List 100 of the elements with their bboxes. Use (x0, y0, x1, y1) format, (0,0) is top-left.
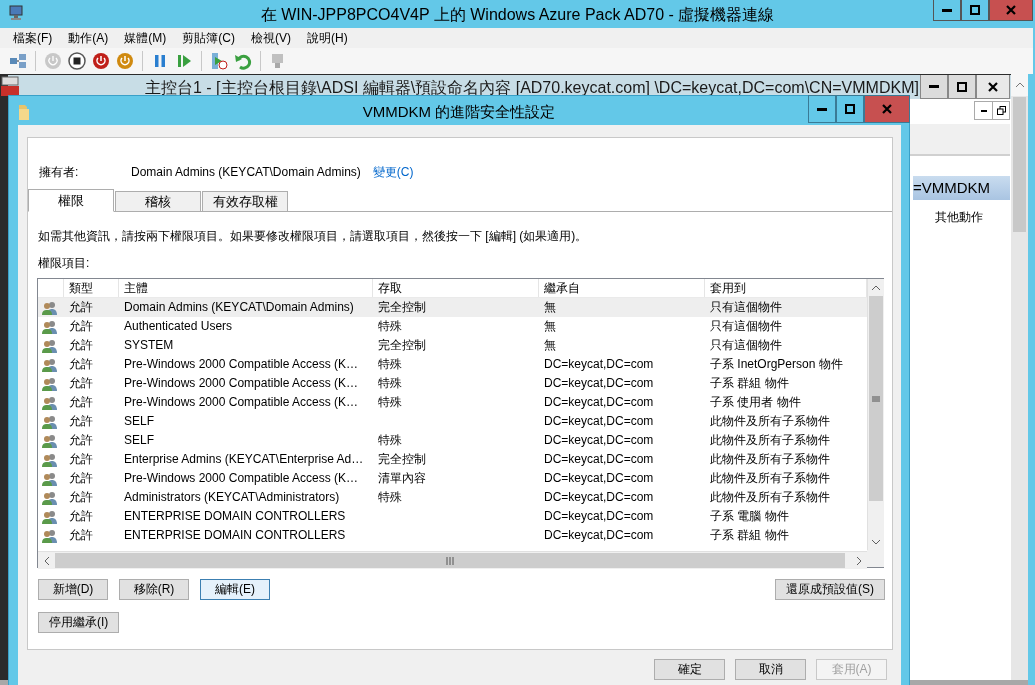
inherited-from-cell-text: DC=keycat,DC=com (543, 375, 655, 392)
permission-row[interactable]: 允許 Pre-Windows 2000 Compatible Access (K… 特殊 DC=keycat,DC=com 子系 群組 物件 (38, 374, 867, 393)
applies-to-cell-text: 此物件及所有子系物件 (709, 470, 831, 487)
window-title: 在 WIN-JPP8PCO4V4P 上的 Windows Azure Pack AD70 - 虛擬機器連線 (259, 5, 776, 25)
owner-label: 擁有者: (39, 163, 80, 181)
restore-defaults-button[interactable]: 還原成預設值(S) (775, 579, 885, 600)
principal-cell-text: ENTERPRISE DOMAIN CONTROLLERS (123, 508, 347, 525)
permission-row[interactable]: 允許 SELF 特殊 DC=keycat,DC=com 此物件及所有子系物件 (38, 431, 867, 450)
maximize-icon (957, 81, 967, 92)
type-cell-text: 允許 (68, 451, 94, 468)
play-icon[interactable] (175, 52, 193, 70)
menu-item[interactable]: 媒體(M) (124, 29, 167, 47)
horizontal-scrollbar[interactable] (38, 551, 867, 569)
maximize-icon (845, 104, 855, 114)
action-button[interactable]: 移除(R) (119, 579, 189, 600)
column-header[interactable]: 類型 (64, 279, 119, 297)
permission-row[interactable]: 允許 ENTERPRISE DOMAIN CONTROLLERS DC=keycat,DC=com 子系 電腦 物件 (38, 507, 867, 526)
inherited-from-cell-text: DC=keycat,DC=com (543, 489, 655, 506)
applies-to-cell-text: 只有這個物件 (709, 337, 783, 354)
inherited-from-cell-text: DC=keycat,DC=com (543, 432, 655, 449)
access-cell-text: 特殊 (377, 375, 403, 392)
type-cell-text: 允許 (68, 318, 94, 335)
menu-item[interactable]: 說明(H) (307, 29, 348, 47)
maximize-button[interactable] (948, 75, 976, 99)
access-cell-text: 完全控制 (377, 299, 427, 316)
permission-row[interactable]: 允許 Domain Admins (KEYCAT\Domain Admins) 完全控制 無 只有這個物件 (38, 298, 867, 317)
action-item[interactable]: 其他動作 (935, 209, 983, 226)
type-cell-text: 允許 (68, 337, 94, 354)
type-cell-text: 允許 (68, 375, 94, 392)
close-button[interactable] (976, 75, 1010, 99)
grip-icon (872, 395, 880, 402)
scroll-thumb[interactable] (1013, 97, 1026, 232)
principal-cell-text: Pre-Windows 2000 Compatible Access (K… (123, 470, 360, 487)
restore-button[interactable] (992, 102, 1009, 119)
principal-cell-text: Enterprise Admins (KEYCAT\Enterprise Ad… (123, 451, 365, 468)
permission-row[interactable]: 允許 SELF DC=keycat,DC=com 此物件及所有子系物件 (38, 412, 867, 431)
inherited-from-cell-text: 無 (543, 337, 557, 354)
checkpoint-icon[interactable] (210, 52, 228, 70)
tab[interactable]: 稽核 (115, 191, 201, 211)
column-header[interactable]: 存取 (373, 279, 539, 297)
principal-cell-text: ENTERPRISE DOMAIN CONTROLLERS (123, 527, 347, 544)
users-icon (41, 375, 59, 392)
minimize-button[interactable] (933, 0, 961, 21)
action-button[interactable]: 編輯(E) (200, 579, 270, 600)
list-label: 權限項目: (38, 255, 91, 272)
permission-row[interactable]: 允許 ENTERPRISE DOMAIN CONTROLLERS DC=keycat,DC=com 子系 群組 物件 (38, 526, 867, 545)
dialog-button[interactable]: 取消 (735, 659, 806, 680)
permission-row[interactable]: 允許 Pre-Windows 2000 Compatible Access (K… 特殊 DC=keycat,DC=com 子系 使用者 物件 (38, 393, 867, 412)
tab[interactable]: 有效存取權 (202, 191, 288, 211)
users-icon (41, 432, 59, 449)
vertical-scrollbar[interactable] (867, 279, 884, 550)
folder-icon (17, 103, 31, 121)
column-header[interactable]: 繼承自 (539, 279, 705, 297)
vertical-scrollbar[interactable] (1011, 74, 1028, 680)
applies-to-cell-text: 只有這個物件 (709, 318, 783, 335)
minimize-icon (929, 85, 939, 88)
principal-cell-text: Administrators (KEYCAT\Administrators) (123, 489, 341, 506)
tab[interactable]: 權限 (28, 189, 114, 212)
menu-item[interactable]: 動作(A) (68, 29, 109, 47)
power-icon[interactable] (116, 52, 134, 70)
minimize-button[interactable] (808, 95, 836, 123)
column-header[interactable]: 主體 (119, 279, 373, 297)
computer-icon (8, 5, 24, 21)
permission-row[interactable]: 允許 Administrators (KEYCAT\Administrators) 特殊 DC=keycat,DC=com 此物件及所有子系物件 (38, 488, 867, 507)
applies-to-cell-text: 子系 InetOrgPerson 物件 (709, 356, 844, 373)
principal-cell-text: Pre-Windows 2000 Compatible Access (K… (123, 356, 360, 373)
menu-item[interactable]: 檢視(V) (251, 29, 291, 47)
inherited-from-cell-text: 無 (543, 299, 557, 316)
access-cell-text: 完全控制 (377, 451, 427, 468)
permission-row[interactable]: 允許 Enterprise Admins (KEYCAT\Enterprise Ad… 完全控制 DC=keycat,DC=com 此物件及所有子系物件 (38, 450, 867, 469)
inherited-from-cell-text: DC=keycat,DC=com (543, 527, 655, 544)
permission-row[interactable]: 允許 SYSTEM 完全控制 無 只有這個物件 (38, 336, 867, 355)
network-icon[interactable] (9, 52, 27, 70)
power-icon[interactable] (92, 52, 110, 70)
stop-icon[interactable] (68, 52, 86, 70)
undo-icon[interactable] (234, 52, 252, 70)
disable-inheritance-button[interactable]: 停用繼承(I) (38, 612, 120, 633)
permission-row[interactable]: 允許 Authenticated Users 特殊 無 只有這個物件 (38, 317, 867, 336)
dialog-title: VMMDKM 的進階安全性設定 (361, 103, 557, 122)
applies-to-cell-text: 子系 群組 物件 (709, 375, 790, 392)
permission-row[interactable]: 允許 Pre-Windows 2000 Compatible Access (K… 清單內容 DC=keycat,DC=com 此物件及所有子系物件 (38, 469, 867, 488)
action-button[interactable]: 新增(D) (38, 579, 108, 600)
change-link[interactable]: 變更(C) (372, 163, 414, 181)
dialog-button[interactable]: 確定 (654, 659, 725, 680)
users-icon (41, 318, 59, 335)
permission-row[interactable]: 允許 Pre-Windows 2000 Compatible Access (K… 特殊 DC=keycat,DC=com 子系 InetOrgPerson 物件 (38, 355, 867, 374)
principal-cell-text: Pre-Windows 2000 Compatible Access (K… (123, 375, 360, 392)
maximize-button[interactable] (836, 95, 864, 123)
minimize-button[interactable] (920, 75, 948, 99)
access-cell-text: 清單內容 (377, 470, 427, 487)
close-icon (1006, 5, 1016, 15)
applies-to-cell-text: 此物件及所有子系物件 (709, 413, 831, 430)
users-icon (41, 413, 59, 430)
applies-to-cell-text: 只有這個物件 (709, 299, 783, 316)
instruction-text: 如需其他資訊，請按兩下權限項目。如果要修改權限項目，請選取項目，然後按一下 [編輯] (如果適用)。 (38, 228, 589, 245)
close-icon (988, 81, 998, 92)
menu-item[interactable]: 剪貼簿(C) (182, 29, 235, 47)
inherited-from-cell-text: DC=keycat,DC=com (543, 356, 655, 373)
menu-item[interactable]: 檔案(F) (13, 29, 53, 47)
maximize-icon (970, 5, 980, 15)
